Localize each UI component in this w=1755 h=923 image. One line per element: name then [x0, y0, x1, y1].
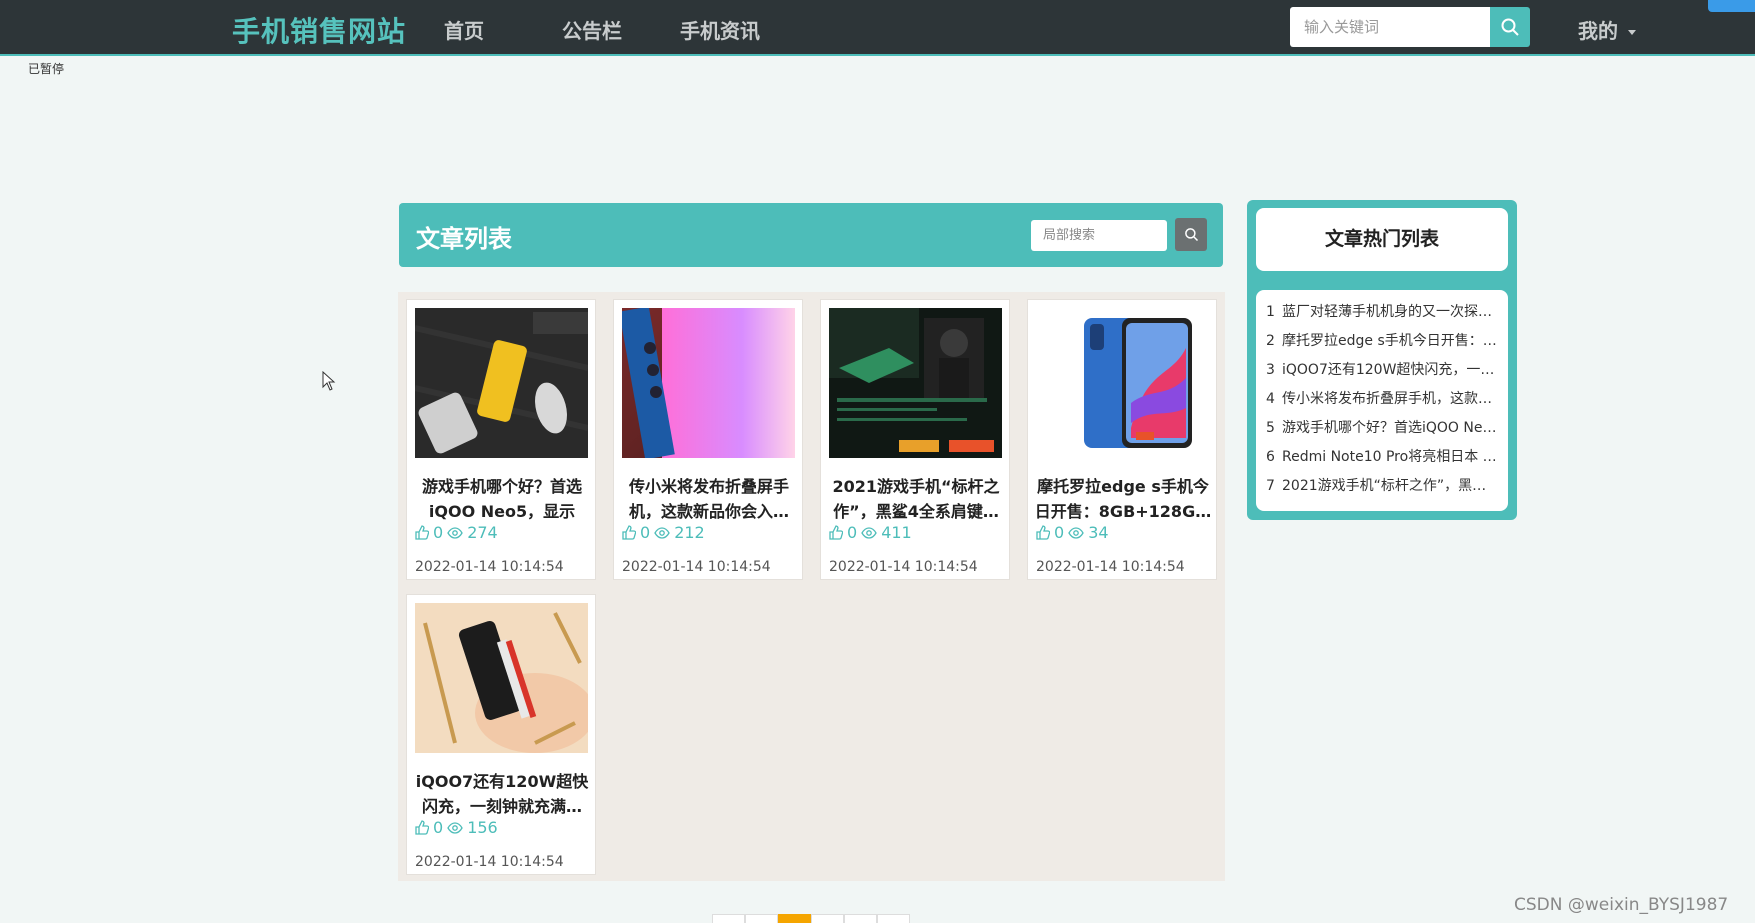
- hot-item[interactable]: 7 2021游戏手机“标杆之作”，黑…: [1266, 472, 1498, 501]
- caret-down-icon: [1628, 30, 1636, 35]
- thumbs-up-icon[interactable]: [415, 525, 429, 540]
- top-navbar: 手机销售网站 首页 公告栏 手机资讯 输入关键词 我的: [0, 0, 1755, 56]
- article-date: 2022-01-14 10:14:54: [622, 559, 771, 575]
- hot-item-title: 蓝厂对轻薄手机机身的又一次探…: [1282, 304, 1492, 320]
- thumbs-up-icon[interactable]: [1036, 525, 1050, 540]
- thumbs-up-icon[interactable]: [622, 525, 636, 540]
- hot-item[interactable]: 3 iQOO7还有120W超快闪充，一…: [1266, 356, 1498, 385]
- article-thumbnail[interactable]: [415, 603, 588, 753]
- eye-icon: [447, 526, 463, 539]
- page-button[interactable]: [877, 914, 910, 923]
- eye-icon: [1068, 526, 1084, 539]
- hot-item-rank: 7: [1266, 478, 1275, 494]
- article-date: 2022-01-14 10:14:54: [415, 854, 564, 870]
- article-card[interactable]: iQOO7还有120W超快闪充，一刻钟就充满… 0 156 2022-01-14…: [406, 594, 596, 875]
- like-count: 0: [1054, 523, 1065, 542]
- like-count: 0: [640, 523, 651, 542]
- hot-articles-panel: 文章热门列表 1 蓝厂对轻薄手机机身的又一次探… 2 摩托罗拉edge s手机今日开…: [1247, 200, 1517, 520]
- nav-phone-news[interactable]: 手机资讯: [680, 15, 760, 44]
- hot-articles-list: 1 蓝厂对轻薄手机机身的又一次探… 2 摩托罗拉edge s手机今日开售：… 3 iQ…: [1256, 290, 1508, 511]
- eye-icon: [447, 821, 463, 834]
- article-stats: 0 411: [829, 523, 912, 542]
- article-thumbnail[interactable]: [415, 308, 588, 458]
- article-thumbnail[interactable]: [829, 308, 1002, 458]
- article-card[interactable]: 摩托罗拉edge s手机今日开售：8GB+128G… 0 34 2022-01-…: [1027, 299, 1217, 580]
- article-thumbnail[interactable]: [622, 308, 795, 458]
- article-title[interactable]: 摩托罗拉edge s手机今日开售：8GB+128G…: [1034, 474, 1212, 524]
- view-count: 156: [467, 818, 498, 837]
- nav-home[interactable]: 首页: [444, 15, 484, 44]
- page-button[interactable]: [811, 914, 844, 923]
- hot-item-rank: 6: [1266, 449, 1275, 465]
- search-input[interactable]: 输入关键词: [1290, 7, 1490, 47]
- nav-notice-board[interactable]: 公告栏: [562, 15, 622, 44]
- hot-item[interactable]: 6 Redmi Note10 Pro将亮相日本 …: [1266, 443, 1498, 472]
- article-stats: 0 212: [622, 523, 705, 542]
- local-search-input[interactable]: 局部搜索: [1031, 220, 1167, 251]
- hot-item-title: iQOO7还有120W超快闪充，一…: [1282, 362, 1495, 378]
- site-logo[interactable]: 手机销售网站: [232, 10, 406, 50]
- article-date: 2022-01-14 10:14:54: [415, 559, 564, 575]
- eye-icon: [654, 526, 670, 539]
- paused-label: 已暂停: [28, 62, 65, 76]
- hot-item-rank: 3: [1266, 362, 1275, 378]
- corner-badge: [1708, 0, 1755, 12]
- article-title[interactable]: 游戏手机哪个好？首选iQOO Neo5，显示效…: [413, 474, 591, 524]
- user-menu[interactable]: 我的: [1578, 15, 1636, 44]
- hot-item-rank: 1: [1266, 304, 1275, 320]
- article-grid: 游戏手机哪个好？首选iQOO Neo5，显示效… 0 274 2022-01-1…: [398, 292, 1225, 881]
- thumbs-up-icon[interactable]: [415, 820, 429, 835]
- hot-item[interactable]: 4 传小米将发布折叠屏手机，这款…: [1266, 385, 1498, 414]
- hot-item-title: 2021游戏手机“标杆之作”，黑…: [1282, 478, 1487, 494]
- hot-articles-title: 文章热门列表: [1256, 208, 1508, 271]
- hot-item[interactable]: 1 蓝厂对轻薄手机机身的又一次探…: [1266, 298, 1498, 327]
- like-count: 0: [433, 818, 444, 837]
- article-stats: 0 274: [415, 523, 498, 542]
- article-date: 2022-01-14 10:14:54: [1036, 559, 1185, 575]
- search-button[interactable]: [1490, 7, 1530, 47]
- article-card[interactable]: 游戏手机哪个好？首选iQOO Neo5，显示效… 0 274 2022-01-1…: [406, 299, 596, 580]
- search-icon: [1184, 228, 1198, 242]
- page-button[interactable]: [844, 914, 877, 923]
- article-card[interactable]: 2021游戏手机“标杆之作”，黑鲨4全系肩键… 0 411 2022-01-14…: [820, 299, 1010, 580]
- hot-item[interactable]: 2 摩托罗拉edge s手机今日开售：…: [1266, 327, 1498, 356]
- article-thumbnail[interactable]: [1036, 308, 1209, 458]
- article-stats: 0 34: [1036, 523, 1109, 542]
- thumbs-up-icon[interactable]: [829, 525, 843, 540]
- hot-item-title: Redmi Note10 Pro将亮相日本 …: [1282, 449, 1497, 465]
- article-date: 2022-01-14 10:14:54: [829, 559, 978, 575]
- article-title[interactable]: iQOO7还有120W超快闪充，一刻钟就充满…: [413, 769, 591, 819]
- hot-item-rank: 4: [1266, 391, 1275, 407]
- page-button-active[interactable]: [778, 914, 811, 923]
- local-search-button[interactable]: [1175, 218, 1207, 251]
- page-button[interactable]: [712, 914, 745, 923]
- hot-item-rank: 2: [1266, 333, 1275, 349]
- search-icon: [1501, 18, 1519, 36]
- user-menu-label: 我的: [1578, 19, 1618, 43]
- hot-item-title: 摩托罗拉edge s手机今日开售：…: [1282, 333, 1497, 349]
- view-count: 411: [881, 523, 912, 542]
- article-card[interactable]: 传小米将发布折叠屏手机，这款新品你会入… 0 212 2022-01-14 10…: [613, 299, 803, 580]
- hot-item[interactable]: 5 游戏手机哪个好？首选iQOO Ne…: [1266, 414, 1498, 443]
- view-count: 34: [1088, 523, 1109, 542]
- eye-icon: [861, 526, 877, 539]
- like-count: 0: [433, 523, 444, 542]
- page-button[interactable]: [745, 914, 778, 923]
- article-title[interactable]: 传小米将发布折叠屏手机，这款新品你会入…: [620, 474, 798, 524]
- hot-item-rank: 5: [1266, 420, 1275, 436]
- hot-item-title: 传小米将发布折叠屏手机，这款…: [1282, 391, 1492, 407]
- article-list-header: 文章列表 局部搜索: [399, 203, 1223, 267]
- hot-item-title: 游戏手机哪个好？首选iQOO Ne…: [1282, 420, 1497, 436]
- article-title[interactable]: 2021游戏手机“标杆之作”，黑鲨4全系肩键…: [827, 474, 1005, 524]
- watermark: CSDN @weixin_BYSJ1987: [1514, 895, 1729, 915]
- like-count: 0: [847, 523, 858, 542]
- view-count: 274: [467, 523, 498, 542]
- mouse-cursor-icon: [322, 370, 336, 395]
- view-count: 212: [674, 523, 705, 542]
- pagination: [712, 914, 910, 923]
- article-stats: 0 156: [415, 818, 498, 837]
- article-list-title: 文章列表: [416, 225, 512, 253]
